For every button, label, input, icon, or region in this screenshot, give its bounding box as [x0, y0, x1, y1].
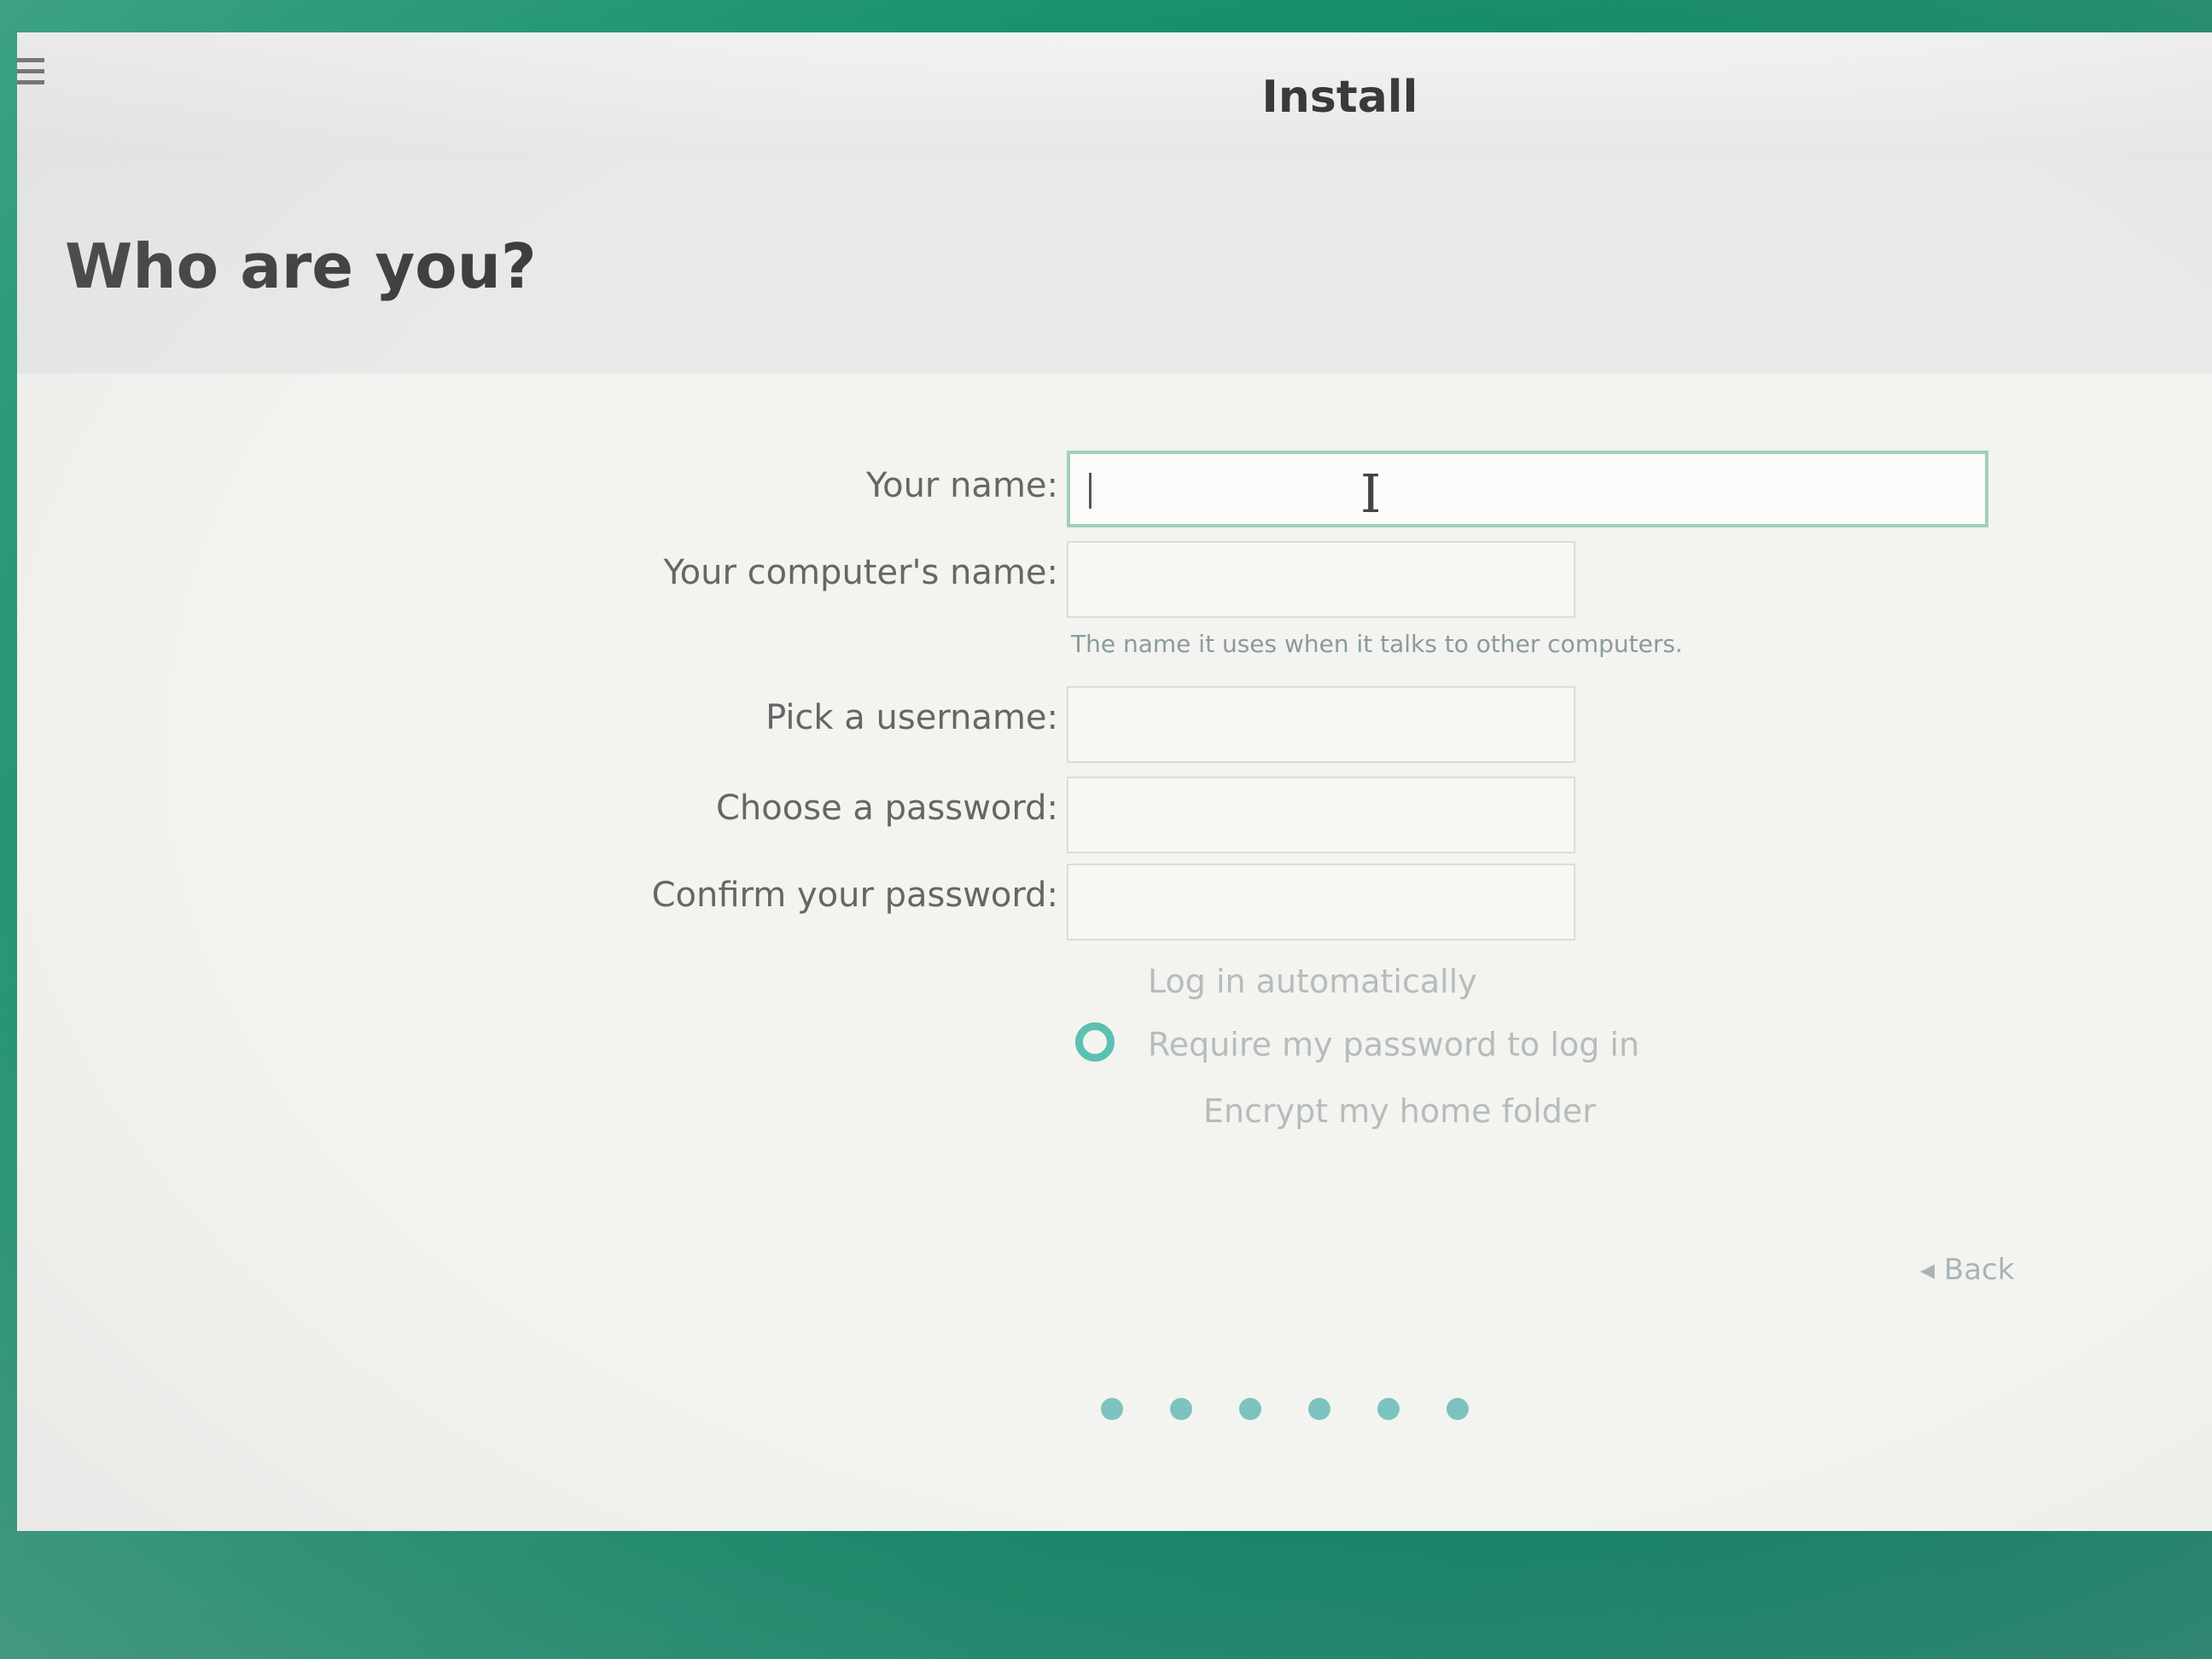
progress-dot: [1170, 1398, 1193, 1420]
confirm-password-field[interactable]: [1067, 864, 1575, 940]
your-name-label: Your name:: [865, 466, 1058, 505]
username-field[interactable]: [1067, 686, 1575, 763]
progress-dots: [1101, 1398, 1511, 1423]
computer-name-hint: The name it uses when it talks to other …: [1071, 630, 1683, 658]
installer-window: Install Who are you? Your name: I Your c…: [17, 32, 2212, 1531]
computer-name-field[interactable]: [1067, 541, 1575, 618]
log-in-automatically-option[interactable]: Log in automatically: [1148, 963, 1477, 1000]
confirm-password-label: Confirm your password:: [651, 876, 1058, 915]
back-button-label: Back: [1943, 1253, 2015, 1287]
back-button[interactable]: ◂ Back: [1920, 1253, 2014, 1287]
desktop-background: Install Who are you? Your name: I Your c…: [0, 0, 2212, 1659]
require-password-radio[interactable]: [1075, 1022, 1115, 1062]
progress-dot: [1308, 1398, 1331, 1420]
page-title: Who are you?: [65, 230, 537, 302]
form-area: Your name: I Your computer's name: The n…: [17, 374, 2212, 1531]
require-password-option[interactable]: Require my password to log in: [1148, 1026, 1639, 1063]
your-name-field[interactable]: I: [1067, 451, 1988, 527]
password-label: Choose a password:: [716, 789, 1058, 828]
username-label: Pick a username:: [765, 698, 1058, 737]
password-field[interactable]: [1067, 777, 1575, 853]
ibeam-cursor-icon: I: [1360, 463, 1382, 525]
text-caret: [1089, 473, 1091, 509]
progress-dot: [1377, 1398, 1400, 1420]
computer-name-label: Your computer's name:: [663, 553, 1058, 592]
window-title: Install: [1261, 72, 1418, 123]
progress-dot: [1447, 1398, 1470, 1420]
page-header: Who are you?: [17, 160, 2212, 374]
arrow-left-icon: ◂: [1920, 1253, 1936, 1287]
progress-dot: [1239, 1398, 1262, 1420]
encrypt-home-option[interactable]: Encrypt my home folder: [1203, 1092, 1596, 1130]
progress-dot: [1101, 1398, 1123, 1420]
title-bar: Install: [17, 32, 2212, 160]
